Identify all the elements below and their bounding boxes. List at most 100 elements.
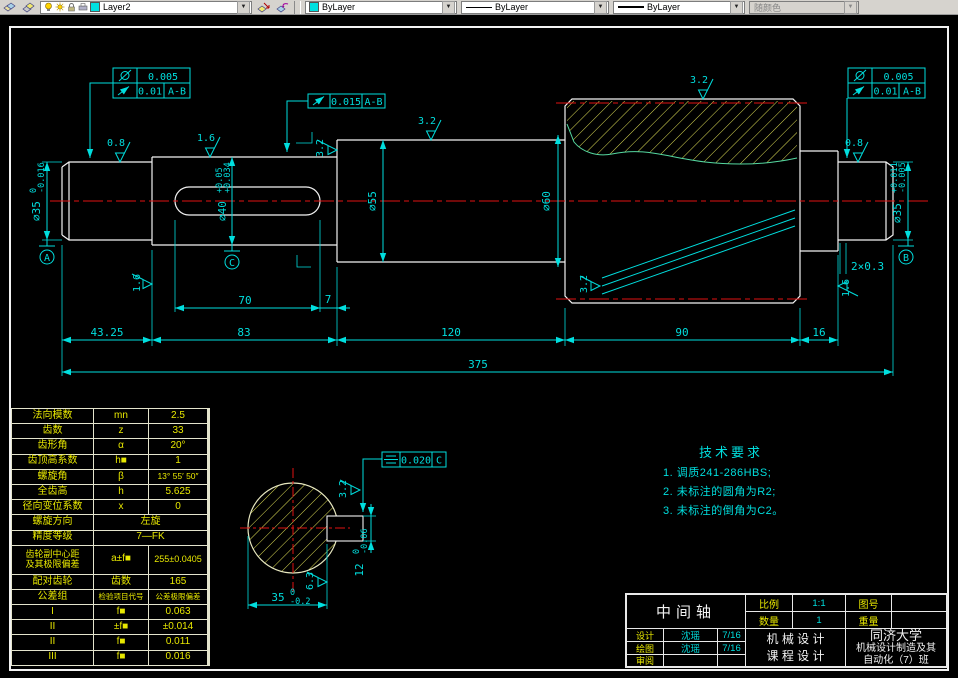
color-control-dropdown[interactable]: ByLayer ▼: [305, 0, 457, 14]
finish-32-keyway: 3.2: [338, 480, 349, 498]
table-cell: z: [94, 424, 148, 439]
table-cell: 33: [149, 424, 207, 439]
technical-requirements: 技术要求 1. 调质241-286HBS; 2. 未标注的圆角为R2; 3. 未…: [663, 442, 784, 518]
cad-application-window: Layer2 ▼ ByLayer ▼ ByLayer ▼ ByLayer ▼ 随…: [0, 0, 958, 678]
table-cell: a±f■: [94, 545, 148, 574]
svg-text:35: 35: [271, 591, 284, 604]
layer-dropdown[interactable]: Layer2 ▼: [40, 0, 252, 14]
table-cell: 13° 55′ 50″: [149, 469, 207, 484]
gear-section-hatch: [566, 101, 798, 165]
draft-date: 7/16: [722, 642, 741, 654]
linetype-control-dropdown[interactable]: ByLayer ▼: [461, 0, 609, 14]
fcf3-value2: 0.01: [873, 87, 897, 98]
table-cell: 齿数: [94, 574, 148, 589]
finish-63-section: 6.3: [305, 572, 316, 590]
qty-value: 1: [816, 614, 822, 626]
table-cell: f■: [94, 605, 148, 620]
datum-symbols: A B C: [39, 240, 914, 270]
design-name: 沈瑶: [680, 631, 700, 642]
dim-375: 375: [468, 358, 488, 371]
layer-previous-button[interactable]: [274, 0, 291, 14]
dim-dia60: ⌀60: [540, 191, 553, 211]
color-value: ByLayer: [322, 2, 356, 12]
drawing-no-label: 图号: [858, 599, 879, 611]
table-cell: II: [12, 620, 93, 635]
table-cell: 径向变位系数: [12, 500, 93, 515]
svg-text:⌀40: ⌀40: [216, 201, 229, 221]
color-dropdown-arrow-icon[interactable]: ▼: [442, 0, 455, 14]
table-cell: 配对齿轮: [12, 574, 93, 589]
gear-parameter-table: 法向模数 mn 2.5 齿数 z 33 齿形角 α 20° 齿顶高系数 h■ 1…: [11, 408, 210, 666]
linetype-value: ByLayer: [495, 2, 529, 12]
helix-tooth-lines: [601, 209, 796, 295]
layer-dropdown-arrow-icon[interactable]: ▼: [237, 0, 250, 14]
plot-style-value: 随颜色: [754, 2, 782, 13]
weight-label: 重量: [858, 616, 879, 628]
finish-32-step: 3.2: [315, 139, 326, 157]
dim-90: 90: [675, 326, 688, 339]
fcf1-value2: 0.01: [138, 87, 162, 98]
layer-name: Layer2: [103, 2, 131, 12]
datum-a: A: [44, 253, 50, 264]
table-cell: 齿形角: [12, 439, 93, 454]
layers-button[interactable]: [20, 0, 37, 14]
make-object-layer-current-button[interactable]: [255, 0, 272, 14]
draft-name: 沈瑶: [680, 644, 700, 655]
dim-dia40: ⌀40 +0.05 +0.034: [215, 162, 233, 221]
table-cell: β: [94, 469, 148, 484]
bulb-icon: [44, 2, 53, 12]
table-cell: 2.5: [149, 409, 207, 424]
linetype-sample: [466, 6, 492, 8]
linetype-dropdown-arrow-icon[interactable]: ▼: [594, 0, 607, 14]
table-cell: 0.011: [149, 635, 207, 650]
dim-83: 83: [237, 326, 250, 339]
finish-16-right-shoulder: 1.6: [841, 279, 852, 297]
fcf1-value1: 0.005: [148, 72, 178, 83]
layer-properties-button[interactable]: [1, 0, 18, 14]
symmetry-datum: C: [436, 456, 442, 467]
review-label: 审阅: [635, 656, 654, 666]
tech-item: 2. 未标注的圆角为R2;: [663, 486, 776, 498]
table-cell: 0.063: [149, 605, 207, 620]
table-cell: 公差极限偏差: [149, 589, 207, 605]
dim-43-25: 43.25: [90, 326, 123, 339]
svg-text:-0.06: -0.06: [360, 528, 370, 554]
table-cell: 0.016: [149, 650, 207, 665]
qty-label: 数量: [759, 616, 779, 628]
table-cell: 齿顶高系数: [12, 454, 93, 469]
table-cell: f■: [94, 635, 148, 650]
svg-text:⌀35: ⌀35: [30, 201, 43, 221]
tech-title: 技术要求: [699, 445, 764, 460]
table-cell: 左旋: [94, 515, 207, 530]
datum-b: B: [903, 253, 909, 264]
design-label: 设计: [635, 630, 654, 641]
draft-label: 绘图: [635, 643, 654, 654]
table-cell: 全齿高: [12, 484, 93, 500]
lineweight-dropdown-arrow-icon[interactable]: ▼: [730, 0, 743, 14]
table-cell: 5.625: [149, 484, 207, 500]
finish-32-gear-bottom: 3.2: [579, 275, 590, 293]
dim-7: 7: [325, 293, 332, 306]
table-cell: ±f■: [94, 620, 148, 635]
table-cell: 0: [149, 500, 207, 515]
table-cell: f■: [94, 650, 148, 665]
table-cell: mn: [94, 409, 148, 424]
table-cell: 检验项目代号: [94, 589, 148, 605]
svg-text:-0.2: -0.2: [290, 597, 310, 607]
fcf1-datum: A-B: [168, 87, 186, 98]
svg-text:-0.005: -0.005: [898, 162, 908, 193]
title-block: 中间轴 比例 1:1 图号 数量 1 重量 设计 沈瑶 7/16 绘图 沈瑶 7…: [625, 593, 948, 668]
table-cell: 255±0.0405: [149, 545, 207, 574]
table-cell: 螺旋方向: [12, 515, 93, 530]
lock-icon: [67, 2, 76, 12]
table-cell: ±0.014: [149, 620, 207, 635]
dim-70: 70: [238, 294, 251, 307]
table-cell: x: [94, 500, 148, 515]
dim-dia35-right: ⌀35 +0.011 -0.005: [890, 162, 908, 223]
table-cell: 法向模数: [12, 409, 93, 424]
toolbar-separator: [294, 0, 301, 14]
lineweight-control-dropdown[interactable]: ByLayer ▼: [613, 0, 745, 14]
table-cell: II: [12, 635, 93, 650]
dim-dia35-left: ⌀35 0 -0.016: [29, 162, 47, 221]
fcf2-datum: A-B: [364, 97, 382, 108]
